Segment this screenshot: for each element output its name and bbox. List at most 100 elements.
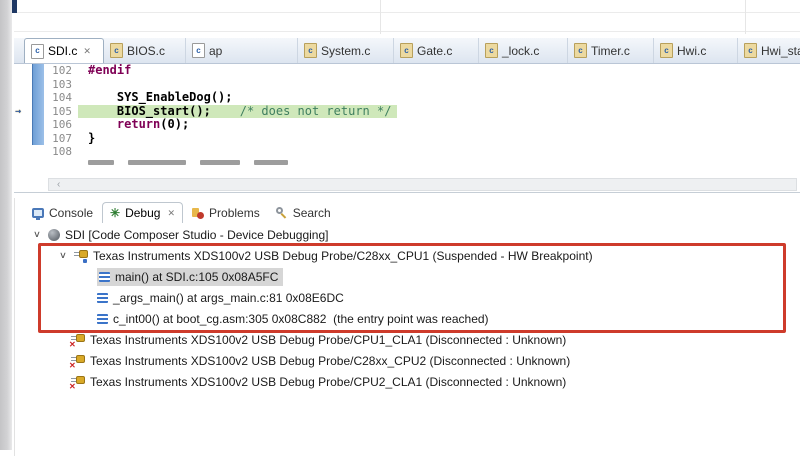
code-text: BIOS_start(); /* does not return */ <box>78 104 800 118</box>
c-source-file-icon: c <box>31 43 44 59</box>
frame-label: _args_main() at args_main.c:81 0x08E6DC <box>113 290 344 305</box>
code-line-103: 103 <box>14 77 800 91</box>
code-line-106: 106 return(0); <box>14 117 800 132</box>
code-text: } <box>88 130 96 145</box>
tab-label: Console <box>49 206 94 220</box>
frame-label: main() at SDI.c:105 0x08A5FC <box>115 269 279 284</box>
tab-label: SDI.c <box>48 44 78 58</box>
close-icon[interactable]: ✕ <box>83 46 91 57</box>
selected-frame-highlight: main() at SDI.c:105 0x08A5FC <box>97 267 284 286</box>
gutter-cell <box>14 64 32 78</box>
tab-timer-c[interactable]: c Timer.c <box>568 38 654 63</box>
editor-tab-bar: c SDI.c ✕ c BIOS.c c ap c System.c c Gat… <box>14 38 800 64</box>
upper-view-row-line <box>14 12 800 13</box>
line-number: 106 <box>52 118 72 131</box>
code-line-108: 108 <box>14 145 800 159</box>
debug-launch-tree: ∨ SDI [Code Composer Studio - Device Deb… <box>15 223 800 392</box>
tab-hwi-c[interactable]: c Hwi.c <box>654 38 738 63</box>
tab-app-c[interactable]: c ap <box>186 38 298 63</box>
line-number: 107 <box>52 131 72 145</box>
stack-frame-icon <box>99 271 110 282</box>
tree-row-cpu1[interactable]: ∨ Texas Instruments XDS100v2 USB Debug P… <box>15 245 800 266</box>
console-icon <box>32 208 44 220</box>
tree-row-session[interactable]: ∨ SDI [Code Composer Studio - Device Deb… <box>15 224 800 245</box>
c-source-file-icon: c <box>110 43 123 58</box>
upper-view-row-line <box>14 31 800 32</box>
stack-frame-icon <box>97 313 108 324</box>
code-text: #endif <box>88 64 132 77</box>
chevron-down-icon[interactable]: ∨ <box>30 229 44 240</box>
c-source-file-icon: c <box>192 43 205 58</box>
debug-probe-icon <box>74 249 88 263</box>
c-source-file-icon: c <box>304 43 317 58</box>
gutter-cell: → <box>14 105 32 119</box>
disconnected-label: Texas Instruments XDS100v2 USB Debug Pro… <box>90 353 571 368</box>
search-icon <box>275 207 288 219</box>
cpu1-label: Texas Instruments XDS100v2 USB Debug Pro… <box>93 248 593 263</box>
left-gutter-strip <box>0 0 12 450</box>
tab-label: Debug <box>125 206 161 220</box>
clipped-code-fragments <box>78 159 800 173</box>
c-source-file-icon: c <box>485 43 498 58</box>
disconnected-label: Texas Instruments XDS100v2 USB Debug Pro… <box>90 332 567 347</box>
tab-gate-c[interactable]: c Gate.c <box>394 38 479 63</box>
tab-debug[interactable]: ✳ Debug ✕ <box>102 202 184 223</box>
tab-console[interactable]: Console <box>25 203 100 223</box>
ccs-ide-window: { "icons": { "close": "✕", "chevron_expa… <box>0 0 800 456</box>
program-counter-arrow-icon: → <box>15 105 22 117</box>
code-line-104: 104 SYS_EnableDog(); <box>14 90 800 105</box>
tab-label: Gate.c <box>417 43 453 58</box>
line-number: 108 <box>52 145 72 158</box>
upper-view-column-divider <box>380 0 381 34</box>
tree-row-cpu2-cla1[interactable]: ✕ Texas Instruments XDS100v2 USB Debug P… <box>15 371 800 392</box>
horizontal-scrollbar[interactable]: ‹ <box>48 178 797 191</box>
line-number: 102 <box>52 64 72 77</box>
debug-view-panel: Console ✳ Debug ✕ Problems Search ∨ SDI … <box>14 198 800 456</box>
session-label: SDI [Code Composer Studio - Device Debug… <box>65 227 329 242</box>
tab-bios-c[interactable]: c BIOS.c <box>104 38 186 63</box>
tab-label: Problems <box>209 206 260 220</box>
tree-row-cpu1-cla1[interactable]: ✕ Texas Instruments XDS100v2 USB Debug P… <box>15 329 800 350</box>
disconnected-probe-icon: ✕ <box>69 333 85 348</box>
tab-label: ap <box>209 43 223 58</box>
tab-system-c[interactable]: c System.c <box>298 38 394 63</box>
c-source-file-icon: c <box>400 43 413 58</box>
problems-icon <box>192 207 205 219</box>
c-source-file-icon: c <box>744 43 757 58</box>
tree-row-cpu2[interactable]: ✕ Texas Instruments XDS100v2 USB Debug P… <box>15 350 800 371</box>
code-line-105-current: → 105 BIOS_start(); /* does not return *… <box>14 104 800 119</box>
tab-label: Search <box>292 206 331 220</box>
upper-view-column-divider <box>745 0 746 34</box>
tab-label: Timer.c <box>591 43 630 58</box>
editor-bottom-border <box>14 192 800 193</box>
code-text: return(0); <box>116 117 190 131</box>
tab-sdi-c[interactable]: c SDI.c ✕ <box>24 38 104 63</box>
code-line-partial <box>14 159 800 173</box>
tab-label: BIOS.c <box>127 43 166 58</box>
tab-label: System.c <box>321 43 371 58</box>
range-indicator-bar <box>32 64 44 78</box>
chevron-down-icon[interactable]: ∨ <box>56 250 70 261</box>
tab-problems[interactable]: Problems <box>185 203 267 223</box>
code-text: SYS_EnableDog(); <box>88 90 233 104</box>
tree-row-frame-c-int00[interactable]: c_int00() at boot_cg.asm:305 0x08C882 (t… <box>15 308 800 329</box>
tree-row-frame-args-main[interactable]: _args_main() at args_main.c:81 0x08E6DC <box>15 287 800 308</box>
tab-search[interactable]: Search <box>269 203 338 223</box>
disconnected-probe-icon: ✕ <box>69 375 85 390</box>
frame-label: c_int00() at boot_cg.asm:305 0x08C882 (t… <box>113 311 489 326</box>
disconnected-label: Texas Instruments XDS100v2 USB Debug Pro… <box>90 374 567 389</box>
c-source-file-icon: c <box>574 43 587 58</box>
tab-hwi-sta[interactable]: c Hwi_sta <box>738 38 800 63</box>
line-number: 105 <box>52 104 72 118</box>
tab-lock-c[interactable]: c _lock.c <box>479 38 568 63</box>
code-editor[interactable]: 102 #endif 103 104 SYS_EnableDog(); → 10… <box>14 64 800 177</box>
tree-row-frame-main[interactable]: main() at SDI.c:105 0x08A5FC <box>15 266 800 287</box>
execution-highlight: BIOS_start(); /* does not return */ <box>78 104 398 118</box>
tab-label: _lock.c <box>502 43 540 58</box>
debug-session-icon <box>48 228 60 241</box>
bottom-view-tab-bar: Console ✳ Debug ✕ Problems Search <box>15 198 800 223</box>
scroll-left-arrow-icon[interactable]: ‹ <box>57 179 60 190</box>
close-icon[interactable]: ✕ <box>167 208 175 219</box>
tab-label: Hwi_sta <box>761 43 800 58</box>
debug-icon: ✳ <box>110 206 121 220</box>
